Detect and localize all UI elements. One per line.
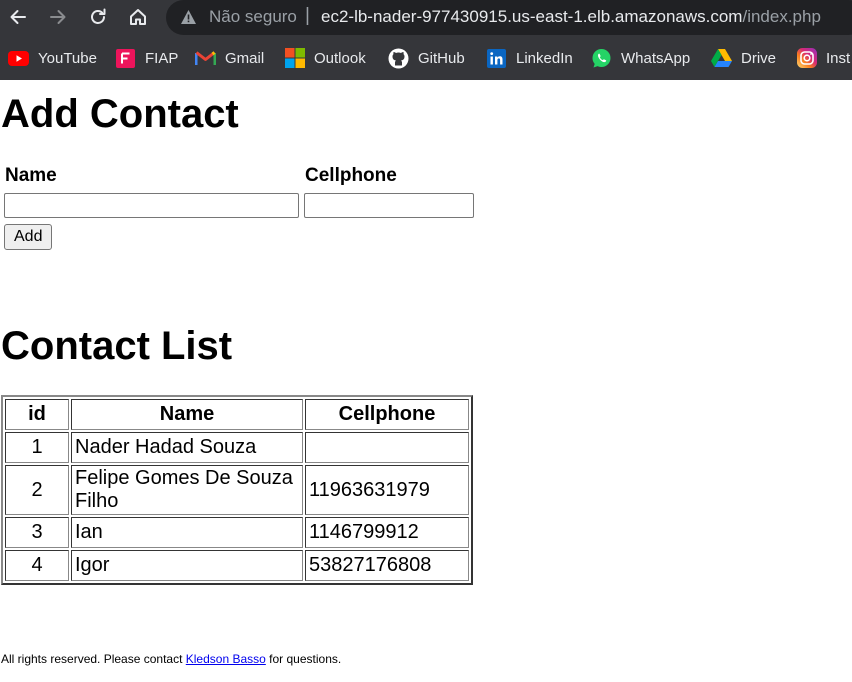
contact-table: id Name Cellphone 1 Nader Hadad Souza 2 … [1, 395, 473, 585]
cellphone-label: Cellphone [305, 165, 397, 186]
youtube-icon [8, 48, 29, 69]
cell-cellphone: 1146799912 [305, 517, 469, 548]
bookmark-youtube[interactable]: YouTube [8, 47, 97, 69]
bookmark-drive[interactable]: Drive [711, 47, 776, 69]
contact-list-title: Contact List [1, 324, 233, 368]
instagram-icon [796, 48, 817, 69]
footer-prefix: All rights reserved. Please contact [1, 652, 186, 666]
add-button[interactable]: Add [4, 224, 53, 250]
cell-name: Ian [71, 517, 303, 548]
cell-name: Igor [71, 550, 303, 581]
footer-suffix: for questions. [265, 652, 342, 666]
insecure-label[interactable]: Não seguro [209, 7, 297, 27]
footer-contact-link[interactable]: Kledson Basso [186, 652, 266, 666]
column-header-cellphone: Cellphone [305, 399, 469, 430]
warning-icon [180, 9, 197, 30]
url-path: /index.php [742, 7, 821, 26]
page-content: Add Contact Name Cellphone Add Contact L… [0, 80, 852, 682]
cell-name: Nader Hadad Souza [71, 432, 303, 463]
cell-id: 1 [5, 432, 69, 463]
cell-id: 3 [5, 517, 69, 548]
drive-icon [711, 48, 732, 69]
table-header-row: id Name Cellphone [5, 399, 469, 430]
name-label: Name [5, 165, 57, 186]
bookmarks-bar: YouTube FIAP Gmail Outlook GitHub Linked… [0, 38, 852, 76]
cell-id: 4 [5, 550, 69, 581]
add-contact-title: Add Contact [1, 92, 239, 136]
cellphone-input[interactable] [304, 193, 474, 218]
forward-button[interactable] [43, 2, 73, 32]
github-icon [388, 48, 409, 69]
table-row: 3 Ian 1146799912 [5, 517, 469, 548]
table-row: 1 Nader Hadad Souza [5, 432, 469, 463]
cell-id: 2 [5, 465, 69, 515]
browser-chrome: Não seguro | ec2-lb-nader-977430915.us-e… [0, 0, 852, 80]
bookmark-label: LinkedIn [516, 49, 573, 67]
address-bar[interactable]: Não seguro | ec2-lb-nader-977430915.us-e… [166, 0, 852, 35]
bookmark-whatsapp[interactable]: WhatsApp [591, 47, 690, 69]
bookmark-label: WhatsApp [621, 49, 691, 67]
url-text[interactable]: ec2-lb-nader-977430915.us-east-1.elb.ama… [321, 7, 821, 27]
microsoft-icon [284, 48, 305, 69]
column-header-name: Name [71, 399, 303, 430]
bookmark-label: Drive [741, 49, 777, 67]
bookmark-label: Gmail [225, 49, 265, 67]
linkedin-icon [486, 48, 507, 69]
reload-icon [91, 8, 106, 24]
bookmark-label: GitHub [418, 49, 465, 67]
whatsapp-icon [591, 48, 612, 69]
url-host: ec2-lb-nader-977430915.us-east-1.elb.ama… [321, 7, 743, 26]
bookmark-instagram[interactable]: Inst [796, 47, 850, 69]
name-input[interactable] [4, 193, 299, 218]
bookmark-label: Outlook [314, 49, 366, 67]
arrow-left-icon [10, 10, 26, 24]
omnibox-separator: | [305, 5, 310, 26]
cell-cellphone: 11963631979 [305, 465, 469, 515]
cell-cellphone [305, 432, 469, 463]
back-button[interactable] [3, 2, 33, 32]
fiap-icon [115, 48, 136, 69]
gmail-icon [195, 48, 216, 69]
home-icon [130, 9, 146, 25]
arrow-right-icon [50, 10, 66, 24]
cell-cellphone: 53827176808 [305, 550, 469, 581]
bookmark-outlook[interactable]: Outlook [284, 47, 366, 69]
bookmark-label: YouTube [38, 49, 97, 67]
bookmark-fiap[interactable]: FIAP [115, 47, 178, 69]
reload-button[interactable] [83, 2, 113, 32]
bookmark-linkedin[interactable]: LinkedIn [486, 47, 573, 69]
home-button[interactable] [123, 2, 153, 32]
footer: All rights reserved. Please contact Kled… [1, 652, 341, 666]
bookmark-label: FIAP [145, 49, 179, 67]
column-header-id: id [5, 399, 69, 430]
bookmark-gmail[interactable]: Gmail [195, 47, 264, 69]
table-row: 2 Felipe Gomes De Souza Filho 1196363197… [5, 465, 469, 515]
table-row: 4 Igor 53827176808 [5, 550, 469, 581]
cell-name: Felipe Gomes De Souza Filho [71, 465, 303, 515]
bookmark-github[interactable]: GitHub [388, 47, 465, 69]
bookmark-label: Inst [826, 49, 851, 67]
